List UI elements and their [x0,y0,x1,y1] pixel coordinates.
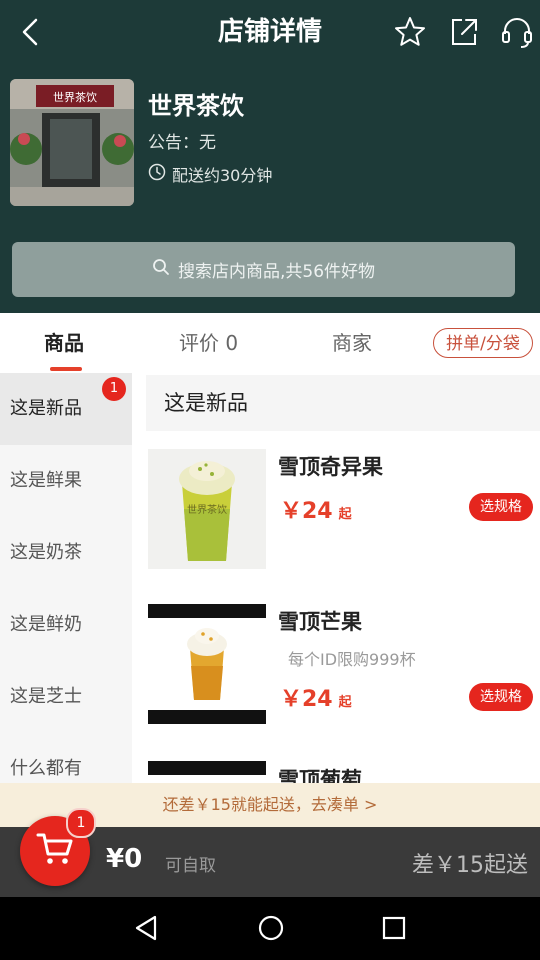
top-bar: 店铺详情 [0,0,540,64]
section-title: 这是新品 [146,375,540,431]
store-notice: 公告：无 [148,133,216,153]
store-photo: 世界茶饮 [10,79,134,206]
cart-icon [36,832,74,870]
search-placeholder: 搜索店内商品,共56件好物 [177,262,376,282]
category-item[interactable]: 这是芝士 [0,661,132,733]
nav-recents-icon[interactable] [378,912,410,944]
checkout-button[interactable]: 差￥15起送 [412,847,528,879]
cart-count-badge: 1 [66,808,96,838]
nav-home-icon[interactable] [255,912,287,944]
cup-label-text: 世界茶饮 [187,503,227,516]
price-suffix: 起 [338,507,352,522]
purchase-limit: 每个ID限购999杯 [288,650,416,669]
tab-reviews[interactable]: 评价 0 [179,313,238,373]
cart-total: ¥0 [106,844,143,874]
category-item[interactable]: 这是奶茶 [0,517,132,589]
product-image[interactable]: 世界茶饮 [148,449,266,569]
store-sign-text: 世界茶饮 [53,91,97,104]
nav-back-icon[interactable] [131,912,163,944]
product-price-value: ￥24 [280,687,333,712]
tab-merchant[interactable]: 商家 [332,313,372,373]
tab-active-indicator [50,367,82,371]
store-name: 世界茶饮 [148,92,244,120]
product-list: 这是新品 世界茶饮 雪顶奇异果 ￥24 起 选规格 雪顶芒果 每个ID限购999… [132,373,540,783]
product-image[interactable] [148,761,266,783]
category-count-badge: 1 [102,377,126,401]
price-suffix: 起 [338,695,352,710]
store-search-input[interactable]: 搜索店内商品,共56件好物 [12,242,515,297]
delivery-time: 配送约30分钟 [148,162,272,186]
delivery-time-text: 配送约30分钟 [172,166,273,185]
product-name[interactable]: 雪顶葡萄 [278,764,362,783]
category-item[interactable]: 这是鲜果 [0,445,132,517]
category-sidebar: 这是新品 这是鲜果 这是奶茶 这是鲜奶 这是芝士 什么都有 [0,373,132,783]
headset-icon[interactable] [499,14,535,50]
share-icon[interactable] [446,14,482,50]
category-item[interactable]: 什么都有 [0,733,132,783]
choose-spec-button[interactable]: 选规格 [469,493,533,521]
product-name[interactable]: 雪顶芒果 [278,606,362,636]
group-order-button[interactable]: 拼单/分袋 [433,328,533,358]
pickup-label: 可自取 [165,856,216,876]
star-icon[interactable] [392,14,428,50]
product-image[interactable] [148,604,266,724]
product-price-value: ￥24 [280,499,333,524]
product-price: ￥24 起 [280,681,352,713]
product-price: ￥24 起 [280,493,352,525]
clock-icon [148,163,166,185]
tab-products[interactable]: 商品 [44,313,84,373]
category-item[interactable]: 这是鲜奶 [0,589,132,661]
search-icon [152,258,170,281]
choose-spec-button[interactable]: 选规格 [469,683,533,711]
product-name[interactable]: 雪顶奇异果 [278,451,383,481]
